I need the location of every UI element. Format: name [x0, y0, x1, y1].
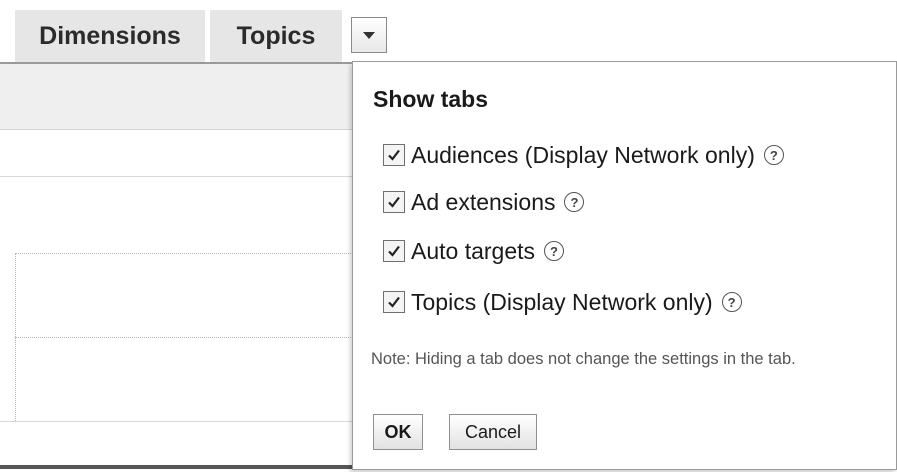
- option-label: Ad extensions: [411, 188, 556, 215]
- ok-button[interactable]: OK: [373, 414, 423, 450]
- tab-dimensions-label: Dimensions: [39, 21, 181, 50]
- help-icon[interactable]: ?: [544, 241, 565, 261]
- topics-checkbox[interactable]: [383, 291, 405, 313]
- checkmark-icon: [388, 245, 400, 257]
- show-tabs-popup: Show tabs Audiences (Display Network onl…: [352, 61, 897, 470]
- option-topics: Topics (Display Network only) ?: [383, 285, 742, 319]
- option-ad-extensions: Ad extensions ?: [383, 185, 585, 219]
- checkmark-icon: [388, 296, 400, 308]
- option-label: Topics (Display Network only): [411, 288, 713, 315]
- option-audiences: Audiences (Display Network only) ?: [383, 138, 784, 172]
- tabs-dropdown-button[interactable]: [351, 17, 387, 53]
- option-label: Audiences (Display Network only): [411, 141, 755, 168]
- option-label: Auto targets: [411, 237, 536, 264]
- popup-note: Note: Hiding a tab does not change the s…: [371, 350, 796, 368]
- tab-topics[interactable]: Topics: [210, 10, 342, 62]
- ad-extensions-checkbox[interactable]: [383, 191, 405, 213]
- option-auto-targets: Auto targets ?: [383, 234, 565, 268]
- help-icon[interactable]: ?: [763, 145, 784, 165]
- table-column-divider: [15, 253, 16, 421]
- help-icon[interactable]: ?: [564, 192, 585, 212]
- tab-topics-label: Topics: [236, 21, 316, 50]
- checkmark-icon: [388, 149, 400, 161]
- checkmark-icon: [388, 196, 400, 208]
- popup-title: Show tabs: [373, 86, 489, 112]
- cancel-button[interactable]: Cancel: [449, 414, 537, 450]
- tab-dimensions[interactable]: Dimensions: [15, 10, 205, 62]
- tab-bar: Dimensions Topics: [0, 0, 897, 62]
- audiences-checkbox[interactable]: [383, 144, 405, 166]
- chevron-down-icon: [363, 31, 375, 39]
- auto-targets-checkbox[interactable]: [383, 240, 405, 262]
- help-icon[interactable]: ?: [721, 292, 742, 312]
